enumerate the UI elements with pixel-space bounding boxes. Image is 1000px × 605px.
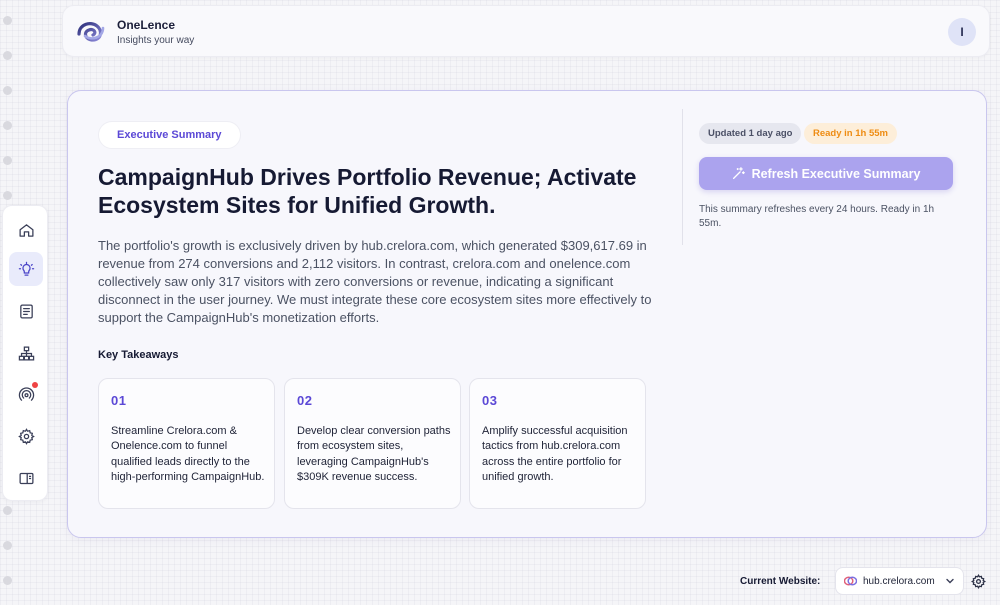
vertical-divider [682,109,683,245]
executive-summary-card: Executive Summary CampaignHub Drives Por… [67,90,987,538]
sidebar-item-home[interactable] [9,213,43,247]
refresh-note: This summary refreshes every 24 hours. R… [699,204,935,229]
gear-icon [971,574,986,589]
takeaway-text: Develop clear conversion paths from ecos… [297,424,451,484]
broadcast-icon [18,386,34,401]
magic-wand-icon [732,167,745,180]
sidebar-item-sites[interactable] [9,336,43,370]
takeaway-text: Streamline Crelora.com & Onelence.com to… [111,424,265,484]
current-website-label: Current Website: [740,576,821,587]
sidebar-item-reports[interactable] [9,294,43,328]
summary-body: The portfolio's growth is exclusively dr… [98,238,652,325]
takeaway-card: 03 Amplify successful acquisition tactic… [469,378,646,509]
summary-headline: CampaignHub Drives Portfolio Revenue; Ac… [98,164,637,218]
sidebar-item-layout[interactable] [9,461,43,495]
onelence-logo[interactable] [75,18,107,44]
executive-summary-pill: Executive Summary [98,121,241,149]
lightbulb-icon [18,261,34,276]
selected-site: hub.crelora.com [863,575,935,587]
sitemap-icon [18,345,34,361]
home-icon [18,223,34,237]
panel-layout-icon [18,472,34,484]
updated-badge: Updated 1 day ago [699,123,802,144]
document-icon [19,303,33,319]
site-settings-button[interactable] [971,574,986,589]
website-select[interactable]: hub.crelora.com [835,567,964,595]
takeaway-card: 02 Develop clear conversion paths from e… [284,378,461,509]
notification-dot [32,382,38,388]
brand-name: OneLence [117,18,176,32]
app-header: OneLence Insights your way I [62,5,990,57]
sidebar-item-broadcast[interactable] [9,377,43,411]
sidebar-item-insights[interactable] [9,252,43,286]
refresh-summary-button[interactable]: Refresh Executive Summary [699,157,953,190]
sidebar-item-settings[interactable] [9,419,43,453]
site-logo-icon [844,576,857,586]
ready-badge: Ready in 1h 55m [804,123,897,144]
gear-icon [17,427,35,445]
takeaway-card: 01 Streamline Crelora.com & Onelence.com… [98,378,275,509]
brand-tagline: Insights your way [117,35,195,46]
user-avatar[interactable]: I [948,18,976,46]
refresh-button-label: Refresh Executive Summary [751,166,921,181]
chevron-down-icon [946,578,954,584]
takeaway-text: Amplify successful acquisition tactics f… [482,424,628,484]
key-takeaways-title: Key Takeaways [98,349,179,361]
sidebar-nav [2,205,48,501]
